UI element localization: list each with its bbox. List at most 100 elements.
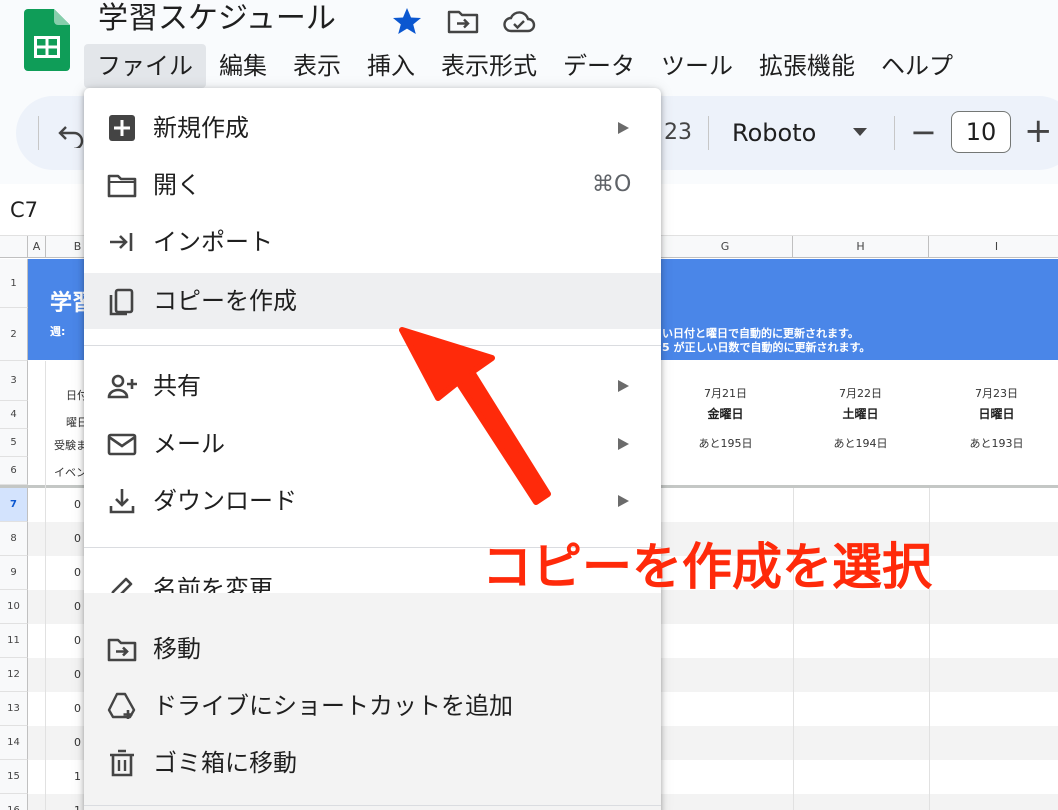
cell-b10[interactable]: 0 (74, 600, 81, 613)
submenu-arrow-icon (618, 380, 629, 392)
menu-item-label: メール (153, 430, 225, 458)
trash-icon (110, 749, 134, 777)
menu-item-new[interactable]: 新規作成 (84, 100, 661, 156)
toolbar-divider (894, 116, 895, 150)
menu-item-label: 共有 (153, 372, 201, 400)
menu-item-trash[interactable]: ゴミ箱に移動 (84, 735, 661, 791)
row-header-16[interactable]: 16 (0, 794, 28, 810)
menu-item-label: ダウンロード (153, 487, 297, 515)
font-family-select[interactable]: Roboto (732, 116, 816, 150)
folder-icon (107, 174, 137, 198)
increase-font-size-button[interactable]: + (1024, 110, 1053, 152)
menu-item-move[interactable]: 移動 (84, 621, 661, 677)
column-header-g[interactable]: G (658, 236, 793, 258)
column-header-h[interactable]: H (793, 236, 929, 258)
row-header-5[interactable]: 5 (0, 429, 28, 457)
row-header-15[interactable]: 15 (0, 760, 28, 794)
menu-item-download[interactable]: ダウンロード (84, 473, 661, 529)
menu-item-make-copy[interactable]: コピーを作成 (84, 273, 661, 329)
row-header-12[interactable]: 12 (0, 658, 28, 692)
document-title[interactable]: 学習スケジュール (98, 0, 336, 38)
cell-b8[interactable]: 0 (74, 532, 81, 545)
menu-item-label: 新規作成 (153, 114, 249, 142)
menu-item-label: 開く (153, 171, 201, 199)
more-formats-button[interactable]: 23 (664, 116, 692, 150)
row-header-3[interactable]: 3 (0, 361, 28, 401)
menu-tools[interactable]: ツール (648, 44, 746, 88)
new-sheet-icon (109, 115, 135, 141)
menu-item-label: 移動 (153, 635, 201, 663)
menu-data[interactable]: データ (550, 44, 648, 88)
day-column-h: 7月22日 土曜日 あと194日 (793, 384, 928, 454)
move-folder-icon[interactable] (446, 6, 480, 36)
row-header-14[interactable]: 14 (0, 726, 28, 760)
menu-extensions[interactable]: 拡張機能 (746, 44, 868, 88)
toolbar-divider (708, 116, 709, 150)
sheets-logo-icon[interactable] (24, 9, 70, 71)
column-header-a[interactable]: A (28, 236, 46, 258)
day-countdown: あと193日 (969, 437, 1024, 450)
row-header-11[interactable]: 11 (0, 624, 28, 658)
row-header-2[interactable]: 2 (0, 308, 28, 361)
submenu-arrow-icon (618, 438, 629, 450)
row-header-4[interactable]: 4 (0, 401, 28, 429)
menu-item-import[interactable]: インポート (84, 214, 661, 270)
menu-format[interactable]: 表示形式 (428, 44, 550, 88)
chevron-down-icon[interactable] (852, 126, 868, 138)
menu-item-add-shortcut[interactable]: ドライブにショートカットを追加 (84, 678, 661, 734)
menu-divider (84, 805, 661, 806)
row-header-8[interactable]: 8 (0, 522, 28, 556)
share-person-icon (107, 374, 137, 399)
menu-help[interactable]: ヘルプ (868, 44, 966, 88)
day-weekday: 日曜日 (978, 407, 1015, 421)
cell-b13[interactable]: 0 (74, 702, 81, 715)
row-header-13[interactable]: 13 (0, 692, 28, 726)
cell-b12[interactable]: 0 (74, 668, 81, 681)
cell-b15[interactable]: 1 (74, 770, 81, 783)
star-icon[interactable] (390, 6, 424, 36)
menu-bar: ファイル 編集 表示 挿入 表示形式 データ ツール 拡張機能 ヘルプ (84, 44, 966, 88)
menu-item-shortcut: ⌘O (592, 172, 632, 197)
mail-icon (107, 433, 137, 456)
row-header-6[interactable]: 6 (0, 457, 28, 485)
row-label-date: 日付 (66, 389, 86, 402)
menu-item-open[interactable]: 開く ⌘O (84, 157, 661, 213)
cell-b7[interactable]: 0 (74, 498, 81, 511)
row-header-10[interactable]: 10 (0, 590, 28, 624)
cloud-saved-icon[interactable] (502, 6, 536, 36)
menu-item-label: ゴミ箱に移動 (153, 749, 297, 777)
menu-edit[interactable]: 編集 (206, 44, 280, 88)
menu-divider (84, 345, 661, 346)
copy-icon (109, 288, 134, 316)
cell-b9[interactable]: 0 (74, 566, 81, 579)
select-all-corner[interactable] (0, 236, 28, 258)
name-box[interactable]: C7 (10, 196, 38, 224)
font-size-input[interactable]: 10 (951, 111, 1011, 153)
move-folder-icon (107, 638, 137, 662)
cell-b14[interactable]: 0 (74, 736, 81, 749)
row-header-9[interactable]: 9 (0, 556, 28, 590)
cell-b11[interactable]: 0 (74, 634, 81, 647)
annotation-label: コピーを作成を選択 (482, 538, 932, 596)
cell-b16[interactable]: 1 (74, 804, 81, 810)
day-column-g: 7月21日 金曜日 あと195日 (658, 384, 793, 454)
menu-insert[interactable]: 挿入 (354, 44, 428, 88)
banner-note-line-2: 5 が正しい日数で自動的に更新されます。 (662, 341, 871, 354)
banner-week-label: 週: (50, 325, 66, 338)
grid-line (45, 361, 46, 810)
menu-view[interactable]: 表示 (280, 44, 354, 88)
decrease-font-size-button[interactable]: − (910, 112, 937, 152)
day-weekday: 金曜日 (707, 407, 744, 421)
menu-item-email[interactable]: メール (84, 416, 661, 472)
menu-item-share[interactable]: 共有 (84, 358, 661, 414)
column-header-i[interactable]: I (929, 236, 1058, 258)
menu-file[interactable]: ファイル (84, 44, 206, 88)
row-header-1[interactable]: 1 (0, 259, 28, 308)
menu-item-label: ドライブにショートカットを追加 (153, 692, 513, 720)
undo-icon[interactable] (56, 118, 86, 148)
banner-note-line-1: い日付と曜日で自動的に更新されます。 (662, 327, 859, 340)
submenu-arrow-icon (618, 495, 629, 507)
row-label-days-left: 受験ま (54, 439, 84, 452)
menu-item-label: インポート (153, 228, 273, 256)
row-header-7[interactable]: 7 (0, 488, 28, 522)
